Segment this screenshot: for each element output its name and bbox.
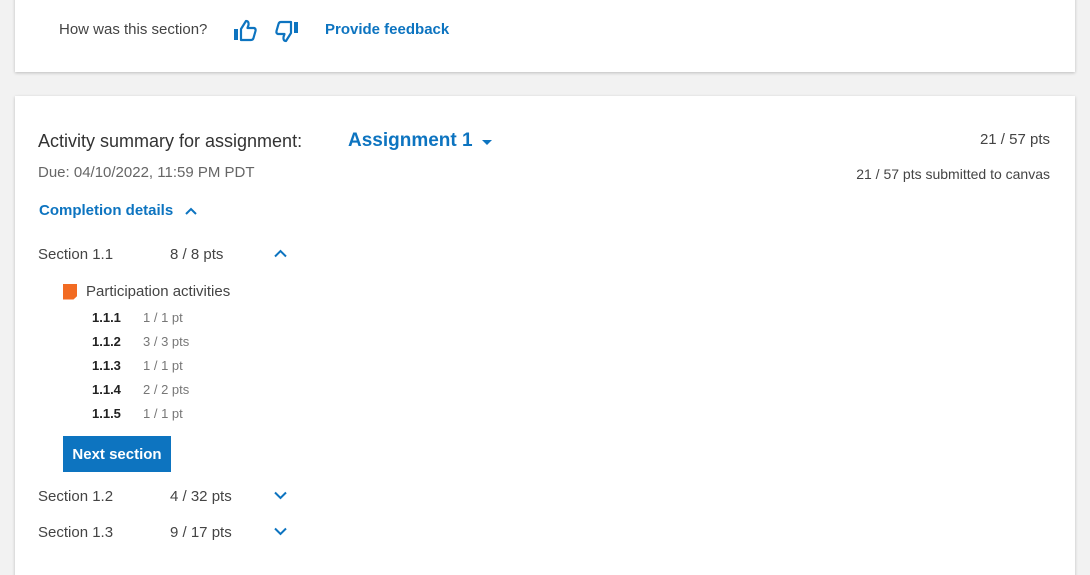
activity-points: 1 / 1 pt: [143, 406, 183, 421]
activity-id: 1.1.2: [92, 334, 121, 349]
chevron-up-icon[interactable]: [274, 249, 287, 258]
activity-points: 1 / 1 pt: [143, 310, 183, 325]
participation-activities-header: Participation activities: [63, 283, 230, 300]
due-date: Due: 04/10/2022, 11:59 PM PDT: [38, 164, 255, 181]
feedback-card: How was this section? Provide feedback: [15, 0, 1075, 72]
section-row[interactable]: Section 1.3 9 / 17 pts: [38, 524, 298, 544]
activity-id: 1.1.1: [92, 310, 121, 325]
chevron-up-icon: [185, 207, 197, 215]
activity-id: 1.1.5: [92, 406, 121, 421]
completion-details-toggle[interactable]: Completion details: [39, 202, 197, 219]
activity-summary-card: Activity summary for assignment: Assignm…: [15, 96, 1075, 575]
section-name: Section 1.2: [38, 488, 114, 505]
section-name: Section 1.1: [38, 246, 114, 263]
chevron-down-icon[interactable]: [274, 491, 287, 500]
section-points: 9 / 17 pts: [170, 524, 232, 541]
total-points: 21 / 57 pts: [979, 131, 1050, 148]
summary-label: Activity summary for assignment:: [38, 131, 303, 151]
assignment-dropdown[interactable]: Assignment 1: [348, 130, 492, 152]
participation-icon: [63, 283, 77, 300]
assignment-name: Assignment 1: [348, 130, 473, 151]
section-points: 4 / 32 pts: [170, 488, 232, 505]
provide-feedback-link[interactable]: Provide feedback: [325, 21, 449, 38]
section-row[interactable]: Section 1.1 8 / 8 pts: [38, 246, 298, 266]
submitted-points: 21 / 57 pts submitted to canvas: [856, 166, 1050, 182]
completion-details-label: Completion details: [39, 202, 174, 219]
participation-title: Participation activities: [86, 283, 231, 300]
activity-points: 2 / 2 pts: [143, 382, 190, 397]
next-section-button[interactable]: Next section: [63, 436, 171, 472]
activity-id: 1.1.3: [92, 358, 121, 373]
thumbs-down-icon[interactable]: [274, 18, 300, 44]
section-row[interactable]: Section 1.2 4 / 32 pts: [38, 488, 298, 508]
chevron-down-icon[interactable]: [274, 527, 287, 536]
section-name: Section 1.3: [38, 524, 114, 541]
caret-down-icon: [481, 139, 492, 145]
section-points: 8 / 8 pts: [170, 246, 224, 263]
feedback-question: How was this section?: [59, 21, 208, 38]
thumbs-up-icon[interactable]: [232, 18, 258, 44]
activity-points: 1 / 1 pt: [143, 358, 183, 373]
activity-points: 3 / 3 pts: [143, 334, 190, 349]
activity-id: 1.1.4: [92, 382, 121, 397]
